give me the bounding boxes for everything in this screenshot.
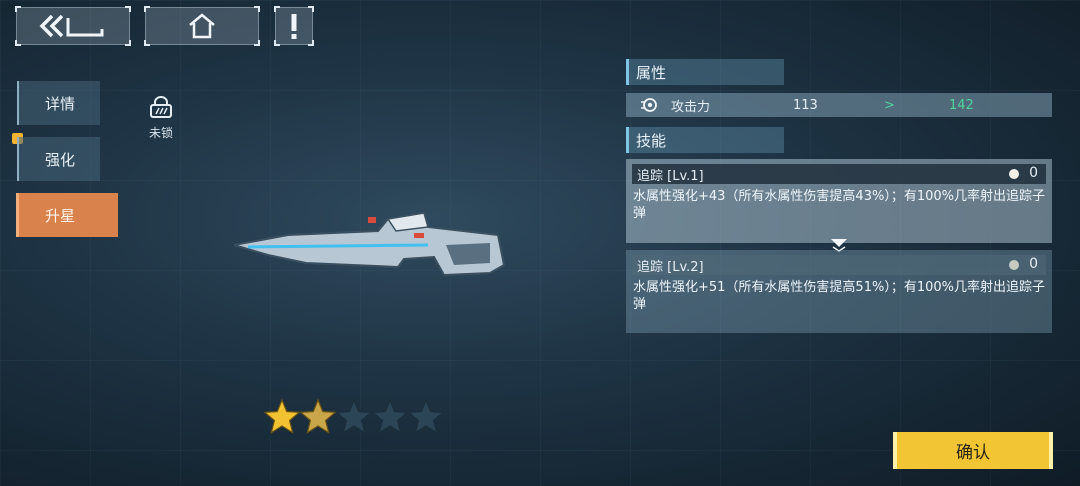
attribute-row-attack: 攻击力 113 > 142 bbox=[626, 93, 1052, 117]
background-grid bbox=[0, 0, 1080, 486]
star-empty-icon bbox=[407, 398, 445, 434]
exclamation-icon bbox=[291, 14, 297, 39]
attribute-name: 攻击力 bbox=[671, 99, 711, 115]
home-button[interactable] bbox=[144, 6, 260, 46]
skills-header: 技能 bbox=[626, 127, 784, 153]
skill-card-2[interactable]: 追踪 [Lv.2] 0 水属性强化+51（所有水属性伤害提高51%）；有100%… bbox=[626, 250, 1052, 333]
attribute-arrow: > bbox=[884, 97, 895, 113]
star-filled-icon bbox=[299, 398, 337, 434]
lock-toggle[interactable]: 未锁 bbox=[146, 96, 176, 141]
tab-label: 详情 bbox=[45, 94, 76, 113]
tab-label: 强化 bbox=[45, 150, 76, 169]
star-filled-icon bbox=[263, 398, 301, 434]
skill-orb-icon bbox=[1009, 260, 1019, 270]
star-rating bbox=[263, 398, 445, 434]
confirm-button[interactable]: 确认 bbox=[893, 432, 1053, 469]
attack-icon bbox=[641, 98, 657, 112]
skill-title: 追踪 [Lv.2] bbox=[637, 259, 704, 275]
skill-card-1[interactable]: 追踪 [Lv.1] 0 水属性强化+43（所有水属性伤害提高43%）；有100%… bbox=[626, 159, 1052, 243]
lock-icon bbox=[150, 96, 172, 118]
skill-title: 追踪 [Lv.1] bbox=[637, 168, 704, 184]
sniper-rifle-icon bbox=[233, 211, 506, 277]
star-empty-icon bbox=[371, 398, 409, 434]
skill-orb-icon bbox=[1009, 169, 1019, 179]
skill-count: 0 bbox=[1029, 165, 1038, 181]
skill-title-bar: 追踪 [Lv.1] 0 bbox=[632, 164, 1046, 184]
double-chevron-back-icon bbox=[39, 14, 104, 38]
confirm-label: 确认 bbox=[956, 443, 990, 463]
attributes-header: 属性 bbox=[626, 59, 784, 85]
tab-enhance[interactable]: 强化 bbox=[17, 137, 100, 181]
skill-title-bar: 追踪 [Lv.2] 0 bbox=[632, 255, 1046, 275]
home-icon bbox=[189, 13, 215, 39]
back-button[interactable] bbox=[15, 6, 131, 46]
attribute-next-value: 142 bbox=[949, 97, 974, 113]
skill-count: 0 bbox=[1029, 256, 1038, 272]
lock-label: 未锁 bbox=[148, 126, 173, 140]
alert-button[interactable] bbox=[274, 6, 314, 46]
skills-header-label: 技能 bbox=[636, 131, 667, 150]
attribute-current-value: 113 bbox=[793, 97, 818, 113]
skill-description: 水属性强化+43（所有水属性伤害提高43%）；有100%几率射出追踪子弹 bbox=[633, 189, 1045, 221]
tab-details[interactable]: 详情 bbox=[17, 81, 100, 125]
tab-star-upgrade[interactable]: 升星 bbox=[16, 193, 118, 237]
tab-label: 升星 bbox=[45, 206, 76, 225]
attributes-header-label: 属性 bbox=[636, 63, 667, 82]
skill-description: 水属性强化+51（所有水属性伤害提高51%）；有100%几率射出追踪子弹 bbox=[633, 280, 1045, 312]
star-empty-icon bbox=[335, 398, 373, 434]
